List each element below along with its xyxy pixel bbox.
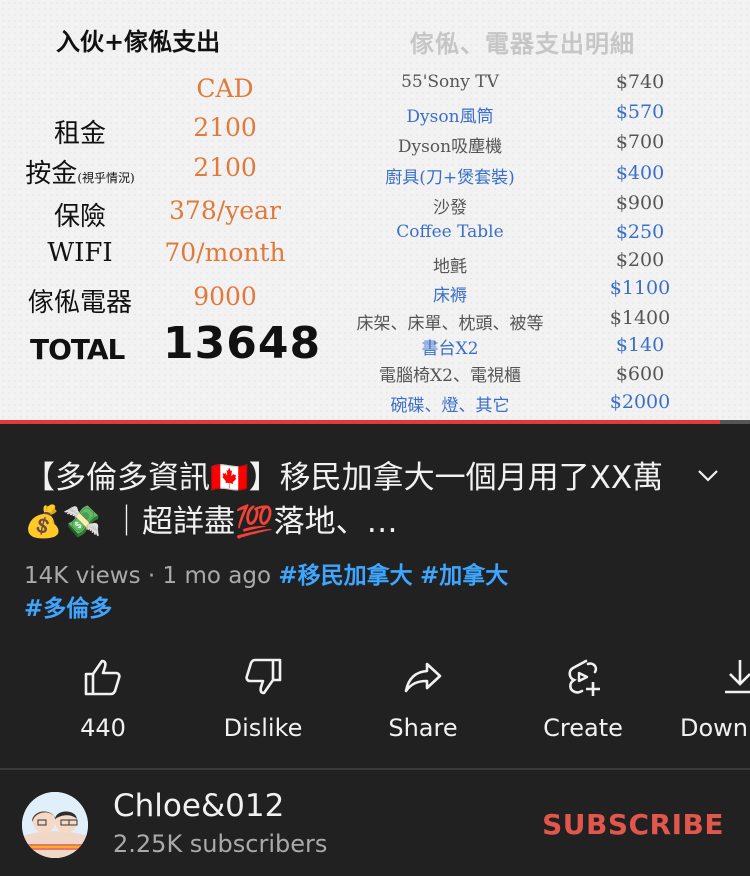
hashtag-link[interactable]: #移民加拿大: [278, 563, 412, 589]
expense-value: 2100: [193, 153, 257, 182]
item-price: $1400: [609, 307, 671, 329]
video-progress-fill: [0, 420, 720, 424]
item-price: $700: [615, 131, 665, 153]
total-label: TOTAL: [30, 333, 125, 366]
expense-value: 70/month: [164, 238, 286, 267]
item-name: 書台X2: [421, 339, 479, 359]
video-progress-bar[interactable]: [0, 420, 750, 424]
download-label: Download: [680, 714, 750, 742]
divider: [0, 768, 750, 770]
subscriber-count: 2.25K subscribers: [113, 830, 328, 858]
item-name: Dyson吸塵機: [397, 137, 503, 157]
item-name: 床架、床單、枕頭、被等: [356, 314, 544, 334]
currency-label: CAD: [196, 74, 254, 103]
item-price: $200: [615, 249, 665, 271]
item-price: $2000: [609, 391, 671, 413]
share-button[interactable]: Share: [343, 656, 503, 756]
view-count: 14K views: [24, 563, 141, 589]
expense-note: (視乎情況): [77, 171, 135, 185]
video-player[interactable]: 入伙+傢俬支出 傢俬、電器支出明細 CAD 租金 2100 按金(視乎情況) 2…: [0, 0, 750, 420]
subscribe-button[interactable]: SUBSCRIBE: [542, 808, 724, 841]
video-title[interactable]: 【多倫多資訊🇨🇦】移民加拿大一個月用了XX萬💰💸 ｜超詳盡💯落地、…: [24, 456, 664, 544]
item-name: Dyson風筒: [406, 107, 494, 127]
expense-label: 傢俬電器: [27, 288, 132, 318]
thumbs-up-icon: [84, 659, 121, 696]
item-name: 廚具(刀+煲套裝): [385, 168, 515, 188]
hashtag-link[interactable]: #加拿大: [420, 563, 508, 589]
item-price: $250: [615, 221, 665, 243]
item-price: $140: [615, 334, 665, 356]
item-name: 碗碟、燈、其它: [390, 396, 510, 416]
create-button[interactable]: Create: [503, 656, 663, 756]
share-icon: [404, 662, 442, 693]
total-value: 13648: [163, 318, 322, 369]
item-price: $570: [615, 101, 665, 123]
expense-label: 保險: [53, 202, 106, 232]
expense-value: 378/year: [169, 196, 281, 225]
item-name: 電腦椅X2、電視櫃: [379, 366, 521, 386]
dislike-button[interactable]: Dislike: [183, 656, 343, 756]
item-name: 地氈: [433, 257, 467, 277]
expense-label: 租金: [53, 119, 106, 149]
dislike-label: Dislike: [223, 714, 303, 742]
create-shorts-icon: [568, 659, 600, 696]
thumbs-down-icon: [245, 658, 282, 695]
expense-label: WIFI: [47, 238, 113, 268]
item-name: 55'Sony TV: [401, 72, 499, 92]
create-label: Create: [543, 714, 623, 742]
item-price: $1100: [609, 277, 671, 299]
hashtag-link[interactable]: #多倫多: [24, 596, 112, 622]
thumbnail-right-title: 傢俬、電器支出明細: [410, 29, 635, 58]
like-button[interactable]: 440: [23, 656, 183, 756]
like-count: 440: [80, 714, 126, 742]
expense-value: 9000: [193, 282, 257, 311]
item-price: $740: [615, 71, 665, 93]
expense-value: 2100: [193, 113, 257, 142]
expense-label: 按金(視乎情況): [10, 153, 150, 190]
share-label: Share: [388, 714, 458, 742]
channel-name[interactable]: Chloe&012: [113, 788, 284, 824]
chevron-down-icon[interactable]: [693, 460, 723, 490]
item-price: $400: [615, 162, 665, 184]
item-price: $900: [615, 192, 665, 214]
upload-age: 1 mo ago: [162, 563, 272, 589]
item-name: 床褥: [433, 286, 467, 306]
expense-label-text: 按金: [25, 159, 78, 189]
item-name: 沙發: [433, 198, 467, 218]
download-icon: [725, 660, 750, 694]
channel-avatar[interactable]: [22, 792, 88, 858]
video-meta: 14K views · 1 mo ago #移民加拿大 #加拿大 #多倫多: [24, 563, 509, 622]
thumbnail-left-title: 入伙+傢俬支出: [56, 27, 221, 56]
item-name: Coffee Table: [396, 222, 504, 242]
item-price: $600: [615, 363, 665, 385]
download-button[interactable]: Download: [663, 656, 750, 756]
